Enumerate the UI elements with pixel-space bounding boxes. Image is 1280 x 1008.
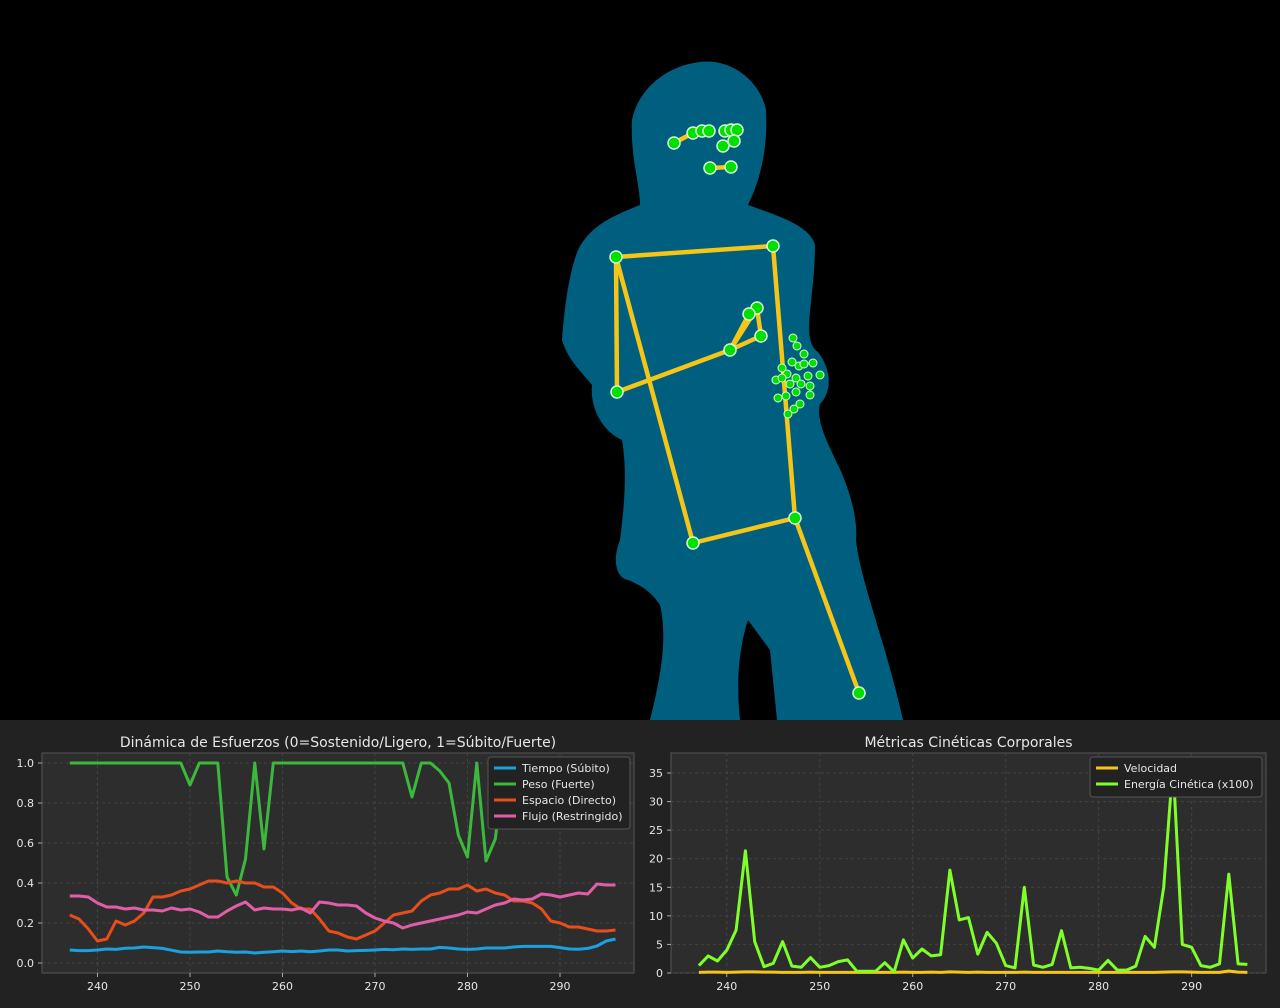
x-tick-label: 270 [365, 980, 386, 993]
hand-keypoint [777, 373, 787, 383]
y-tick-label: 30 [649, 796, 663, 809]
y-tick-label: 20 [649, 853, 663, 866]
hand-keypoint [788, 333, 798, 343]
hand-keypoint [792, 341, 802, 351]
plots-panel: Dinámica de Esfuerzos (0=Sostenido/Liger… [0, 720, 1280, 1008]
x-tick-label: 270 [995, 980, 1016, 993]
skeleton-keypoint [766, 239, 780, 253]
y-tick-label: 0.6 [17, 837, 35, 850]
y-tick-label: 0 [656, 967, 663, 980]
hand-keypoint [773, 393, 783, 403]
skeleton-keypoint [754, 329, 768, 343]
y-tick-label: 0.8 [17, 797, 35, 810]
skeleton-keypoint [609, 250, 623, 264]
x-tick-label: 280 [1088, 980, 1109, 993]
x-tick-label: 250 [180, 980, 201, 993]
x-tick-label: 260 [902, 980, 923, 993]
legend-label: Flujo (Restringido) [522, 810, 622, 823]
legend-label: Tiempo (Súbito) [521, 762, 610, 775]
hand-keypoint [796, 379, 806, 389]
skeleton-keypoint [716, 139, 730, 153]
hand-keypoint [805, 390, 815, 400]
skeleton-bone [613, 254, 620, 395]
legend-label: Energía Cinética (x100) [1124, 778, 1254, 791]
skeleton-keypoint [852, 686, 866, 700]
y-tick-label: 25 [649, 824, 663, 837]
hand-keypoint [781, 391, 791, 401]
x-tick-label: 250 [809, 980, 830, 993]
x-tick-label: 260 [272, 980, 293, 993]
hand-keypoint [791, 387, 801, 397]
hand-keypoint [805, 381, 815, 391]
skeleton-keypoint [788, 511, 802, 525]
hand-keypoint [799, 359, 809, 369]
legend-label: Espacio (Directo) [522, 794, 616, 807]
x-tick-label: 290 [550, 980, 571, 993]
series-line [698, 969, 1248, 974]
skeleton-overlay-canvas [562, 61, 903, 721]
y-tick-label: 0.4 [17, 877, 35, 890]
pose-view [0, 0, 1280, 721]
y-tick-label: 15 [649, 881, 663, 894]
skeleton-keypoint [610, 385, 624, 399]
hand-keypoint [799, 349, 809, 359]
skeleton-keypoint [702, 124, 716, 138]
hand-keypoint [803, 371, 813, 381]
hand-keypoint [815, 370, 825, 380]
chart-title: Dinámica de Esfuerzos (0=Sostenido/Liger… [120, 735, 556, 751]
y-tick-label: 1.0 [17, 757, 35, 770]
kinetic-metrics-chart: Métricas Cinéticas Corporales240 250 260 27… [649, 735, 1267, 993]
effort-dynamics-chart: Dinámica de Esfuerzos (0=Sostenido/Liger… [17, 735, 635, 993]
y-tick-label: 10 [649, 910, 663, 923]
skeleton-keypoint [724, 160, 738, 174]
y-tick-label: 35 [649, 767, 663, 780]
y-tick-label: 0.0 [17, 957, 35, 970]
skeleton-keypoint [686, 536, 700, 550]
legend-label: Velocidad [1124, 762, 1177, 775]
skeleton-keypoint [703, 161, 717, 175]
skeleton-keypoint [667, 136, 681, 150]
y-tick-label: 5 [656, 938, 663, 951]
y-tick-label: 0.2 [17, 917, 35, 930]
skeleton-keypoint [727, 134, 741, 148]
x-tick-label: 290 [1181, 980, 1202, 993]
skeleton-keypoint [730, 123, 744, 137]
skeleton-keypoint [723, 343, 737, 357]
hand-keypoint [783, 409, 793, 419]
hand-keypoint [808, 358, 818, 368]
x-tick-label: 280 [457, 980, 478, 993]
chart-title: Métricas Cinéticas Corporales [864, 735, 1072, 751]
x-tick-label: 240 [716, 980, 737, 993]
skeleton-keypoint [742, 307, 756, 321]
legend-label: Peso (Fuerte) [522, 778, 595, 791]
hand-keypoint [785, 379, 795, 389]
x-tick-label: 240 [87, 980, 108, 993]
